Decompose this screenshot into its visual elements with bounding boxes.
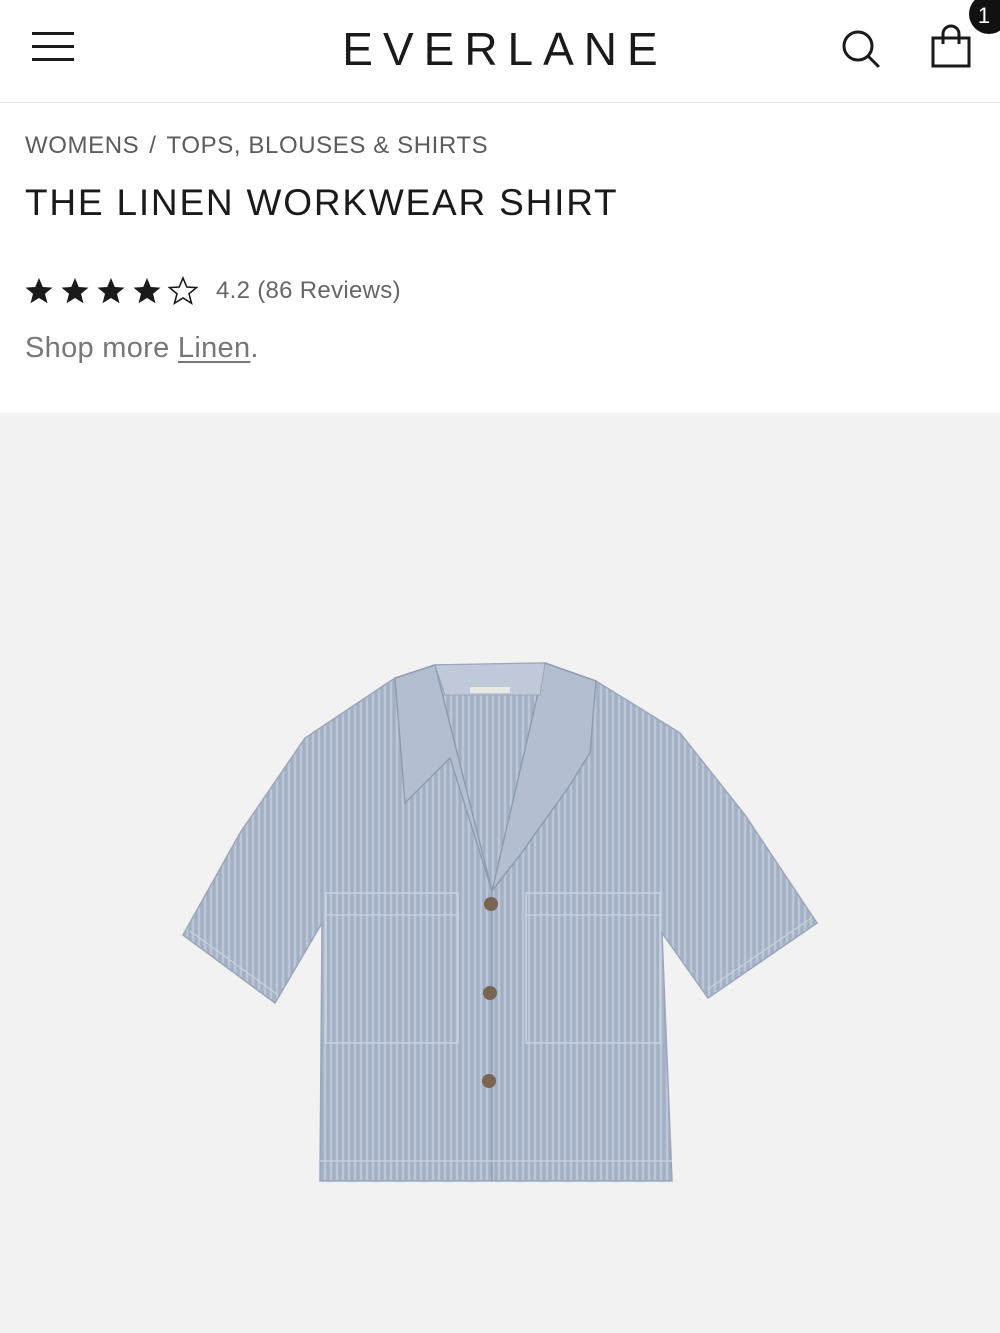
breadcrumb-tops-blouses-shirts[interactable]: TOPS, BLOUSES & SHIRTS [167, 132, 489, 159]
star-empty-icon [168, 276, 198, 306]
shop-more-suffix: . [250, 332, 259, 364]
breadcrumb-womens[interactable]: WOMENS [25, 132, 139, 159]
shop-more-line: Shop more Linen. [25, 332, 259, 365]
breadcrumb: WOMENS / TOPS, BLOUSES & SHIRTS [25, 132, 488, 160]
product-title: THE LINEN WORKWEAR SHIRT [25, 182, 619, 223]
product-image-linen-shirt [182, 662, 819, 1182]
star-filled-icon [61, 278, 89, 304]
product-rating[interactable]: 4.2 (86 Reviews) [24, 276, 401, 306]
star-filled-icon [97, 278, 125, 304]
star-filled-icon [25, 278, 53, 304]
product-image-area[interactable] [0, 413, 1000, 1333]
star-filled-icon [133, 278, 161, 304]
rating-text[interactable]: 4.2 (86 Reviews) [216, 277, 401, 305]
search-icon[interactable] [838, 26, 882, 70]
breadcrumb-separator: / [149, 132, 157, 159]
shopping-bag-icon[interactable] [928, 24, 974, 70]
site-header: EVERLANE [0, 0, 1000, 103]
shop-more-linen-link[interactable]: Linen [178, 332, 250, 364]
shop-more-prefix: Shop more [25, 332, 178, 364]
rating-stars [24, 276, 198, 306]
